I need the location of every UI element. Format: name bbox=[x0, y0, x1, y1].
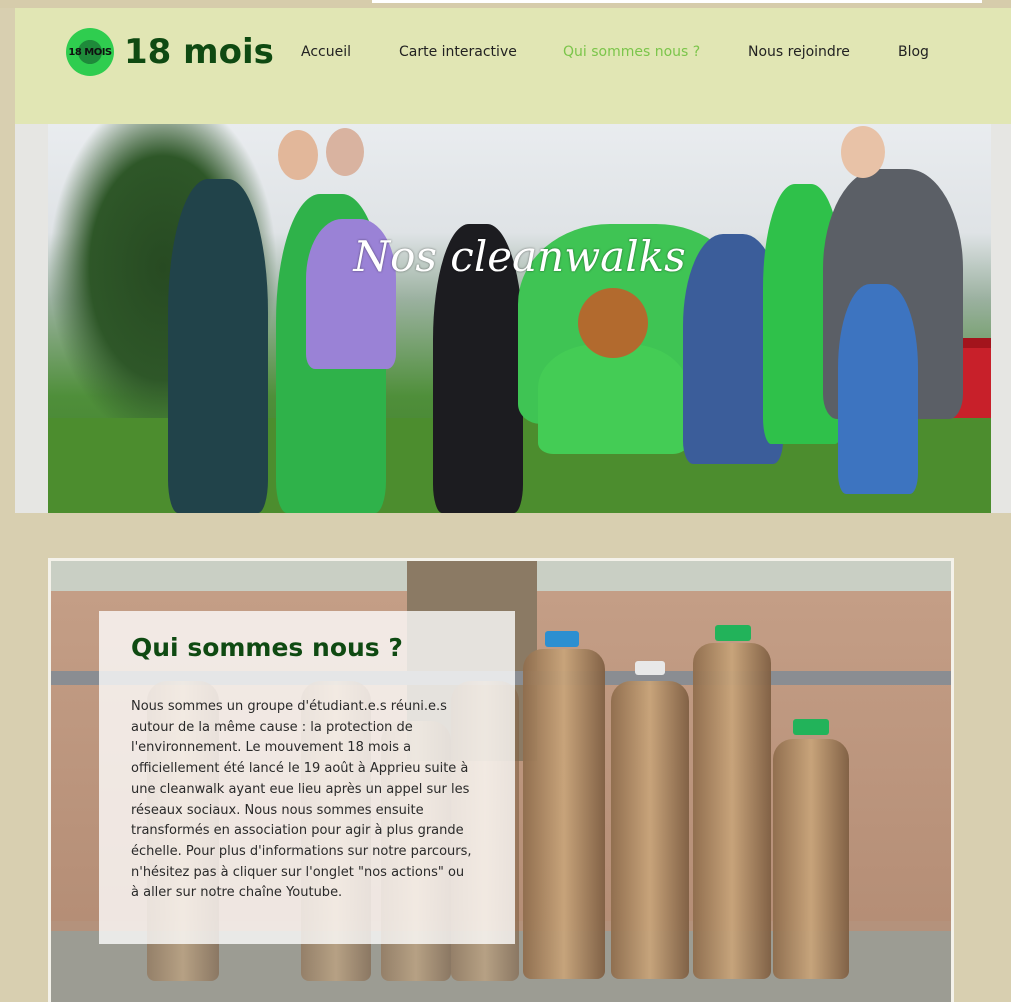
cigarette-bottle bbox=[773, 739, 849, 979]
nav-item-nous-rejoindre[interactable]: Nous rejoindre bbox=[748, 44, 850, 60]
site-header: 18 MOIS 18 mois Accueil Carte interactiv… bbox=[15, 8, 1011, 124]
about-title: Qui sommes nous ? bbox=[131, 633, 403, 662]
bottle-cap bbox=[715, 625, 751, 641]
nav-item-carte-interactive[interactable]: Carte interactive bbox=[399, 44, 517, 60]
top-scroll-bar bbox=[372, 0, 982, 3]
hero-left-margin bbox=[15, 124, 48, 513]
cigarette-bottle bbox=[611, 681, 689, 979]
about-description: Nous sommes un groupe d'étudiant.e.s réu… bbox=[131, 699, 472, 901]
hero-right-margin bbox=[991, 124, 1011, 513]
hero-person bbox=[168, 179, 268, 513]
hero-person bbox=[538, 344, 688, 454]
hero-banner: Nos cleanwalks bbox=[48, 124, 991, 513]
bottle-cap bbox=[635, 661, 665, 675]
hero-title: Nos cleanwalks bbox=[353, 232, 686, 281]
hero-person-head bbox=[841, 126, 885, 178]
nav-item-accueil[interactable]: Accueil bbox=[301, 44, 351, 60]
bottle-cap bbox=[793, 719, 829, 735]
nav-item-qui-sommes-nous[interactable]: Qui sommes nous ? bbox=[563, 44, 700, 60]
bottle-cap bbox=[545, 631, 579, 647]
cigarette-bottle bbox=[523, 649, 605, 979]
top-strip bbox=[0, 0, 1011, 8]
hero-person-head bbox=[578, 288, 648, 358]
hero-person-head bbox=[326, 128, 364, 176]
hero-person bbox=[838, 284, 918, 494]
site-logo[interactable]: 18 MOIS 18 mois bbox=[66, 28, 274, 76]
nav-item-blog[interactable]: Blog bbox=[898, 44, 929, 60]
logo-badge-icon: 18 MOIS bbox=[66, 28, 114, 76]
cigarette-bottle bbox=[693, 643, 771, 979]
logo-title: 18 mois bbox=[124, 32, 274, 72]
logo-badge-text: 18 MOIS bbox=[68, 46, 112, 58]
about-card: Qui sommes nous ? Nous sommes un groupe … bbox=[99, 611, 515, 944]
hero-person-head bbox=[278, 130, 318, 180]
